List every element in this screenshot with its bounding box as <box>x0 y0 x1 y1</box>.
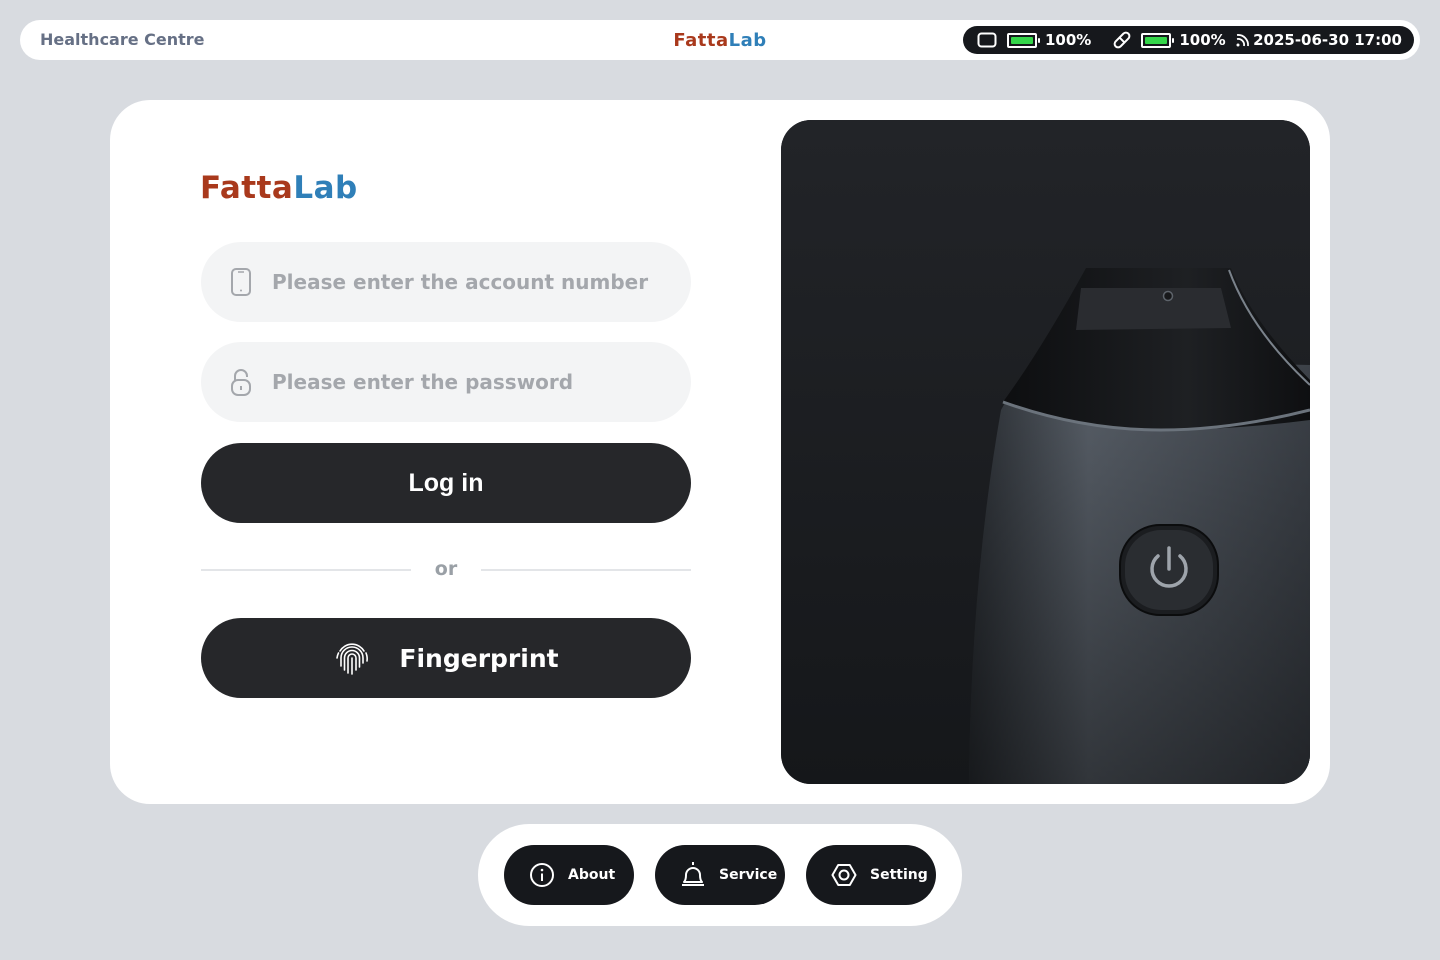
gear-icon <box>830 861 858 889</box>
pen-battery-fill <box>1145 36 1168 44</box>
account-field[interactable] <box>201 242 691 322</box>
device-battery-fill <box>1011 36 1033 44</box>
lock-icon <box>230 367 252 397</box>
status-pill: 100% 100% 2025-06-30 17:00 <box>963 26 1414 54</box>
fingerprint-icon <box>333 639 371 677</box>
brand-part-1: Fatta <box>673 29 729 51</box>
setting-button[interactable]: Setting <box>806 845 936 905</box>
about-label: About <box>568 867 616 883</box>
login-button[interactable]: Log in <box>201 443 691 523</box>
service-label: Service <box>719 867 778 883</box>
device-image <box>781 120 1310 784</box>
bell-icon <box>679 861 707 889</box>
brand-part-2: Lab <box>728 29 767 51</box>
divider-right <box>481 569 691 571</box>
brand-logo-large: FattaLab <box>200 170 358 206</box>
brand-logo: FattaLab <box>673 30 766 51</box>
setting-label: Setting <box>870 867 928 883</box>
brand-part-2: Lab <box>293 170 358 206</box>
pen-icon <box>1111 29 1133 51</box>
account-input[interactable] <box>270 269 654 295</box>
battery-icon <box>1007 32 1040 48</box>
fingerprint-button[interactable]: Fingerprint <box>201 618 691 698</box>
bottom-dock: About Service Setting <box>478 824 962 926</box>
password-input[interactable] <box>270 369 654 395</box>
wifi-icon <box>1234 31 1252 49</box>
password-field[interactable] <box>201 342 691 422</box>
divider-left <box>201 569 411 571</box>
fingerprint-label: Fingerprint <box>399 643 559 673</box>
service-button[interactable]: Service <box>655 845 785 905</box>
or-separator: or <box>434 558 458 580</box>
about-button[interactable]: About <box>504 845 634 905</box>
battery-icon <box>1141 32 1175 48</box>
info-icon <box>528 861 556 889</box>
device-battery-value: 100% <box>1045 31 1092 49</box>
phone-icon <box>230 267 252 297</box>
tablet-icon <box>977 32 997 48</box>
datetime: 2025-06-30 17:00 <box>1253 31 1402 49</box>
top-bar: Healthcare Centre FattaLab 100% 100% 202… <box>20 20 1420 60</box>
pen-battery-value: 100% <box>1179 31 1226 49</box>
brand-part-1: Fatta <box>200 170 294 206</box>
login-card: FattaLab Log in or Fingerprint <box>110 100 1330 804</box>
